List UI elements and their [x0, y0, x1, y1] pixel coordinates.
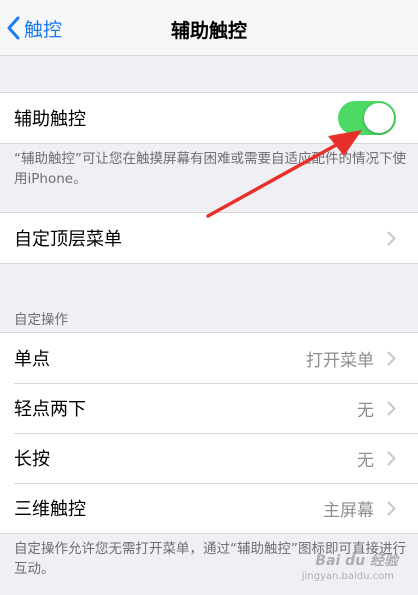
double-tap-label: 轻点两下 [14, 399, 86, 420]
navigation-bar: 触控 辅助触控 [0, 0, 418, 56]
customize-top-menu-row[interactable]: 自定顶层菜单 [0, 213, 418, 263]
page-title: 辅助触控 [170, 20, 247, 42]
double-tap-value: 无 [357, 400, 374, 421]
3d-touch-value: 主屏幕 [323, 500, 374, 521]
long-press-label: 长按 [14, 449, 50, 470]
chevron-right-icon [387, 501, 396, 516]
single-tap-label: 单点 [14, 349, 50, 370]
assistive-touch-row: 辅助触控 [0, 93, 418, 143]
assistive-touch-toggle[interactable] [338, 101, 396, 135]
chevron-right-icon [387, 231, 396, 246]
assistive-touch-group: 辅助触控 [0, 92, 418, 144]
long-press-row[interactable]: 长按 无 [0, 433, 418, 483]
assistive-touch-note: “辅助触控”可让您在触摸屏幕有困难或需要自适应配件的情况下使用iPhone。 [14, 151, 406, 187]
custom-actions-header: 自定操作 [14, 312, 68, 328]
customize-top-menu-label: 自定顶层菜单 [14, 229, 122, 250]
double-tap-row[interactable]: 轻点两下 无 [0, 383, 418, 433]
watermark-url: jingyan.baidu.com [301, 571, 394, 582]
3d-touch-label: 三维触控 [14, 499, 86, 520]
assistive-touch-label: 辅助触控 [14, 109, 86, 130]
chevron-right-icon [387, 451, 396, 466]
chevron-right-icon [387, 351, 396, 366]
long-press-value: 无 [357, 450, 374, 471]
single-tap-value: 打开菜单 [306, 350, 374, 371]
3d-touch-row[interactable]: 三维触控 主屏幕 [0, 483, 418, 533]
watermark-logo: Bai du 经验 [315, 553, 398, 569]
chevron-right-icon [387, 401, 396, 416]
toggle-knob [364, 103, 394, 133]
custom-actions-group: 单点 打开菜单 轻点两下 无 长按 无 三维触控 主屏幕 [0, 332, 418, 534]
single-tap-row[interactable]: 单点 打开菜单 [0, 333, 418, 383]
top-menu-group: 自定顶层菜单 [0, 212, 418, 264]
